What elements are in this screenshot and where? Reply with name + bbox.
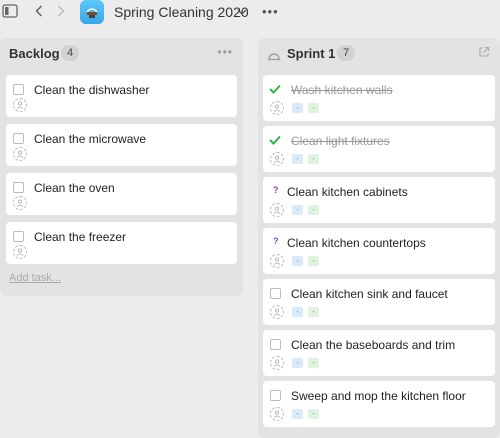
task-title: Clean the microwave <box>34 132 147 146</box>
task-card[interactable]: Sweep and mop the kitchen floor - - <box>263 381 495 427</box>
task-card[interactable]: Clean the microwave <box>6 124 237 166</box>
sprint-progress-icon <box>267 48 281 61</box>
tag-blue[interactable]: - <box>292 358 303 368</box>
task-title: Clean kitchen countertops <box>287 236 426 250</box>
checkmark-icon[interactable] <box>268 82 282 94</box>
checkmark-icon[interactable] <box>268 133 282 145</box>
project-title[interactable]: Spring Cleaning 2020 <box>114 4 249 20</box>
task-title: Clean the baseboards and trim <box>291 338 456 352</box>
task-checkbox[interactable] <box>270 339 281 350</box>
forward-chevron-icon[interactable] <box>54 3 68 19</box>
back-chevron-icon[interactable] <box>32 3 46 19</box>
assignee-icon[interactable] <box>13 98 27 112</box>
assignee-icon[interactable] <box>13 245 27 259</box>
tag-blue[interactable]: - <box>292 256 303 266</box>
task-title: Clean light fixtures <box>291 134 390 148</box>
open-external-icon[interactable] <box>478 45 490 57</box>
question-icon[interactable]: ? <box>273 236 279 246</box>
assignee-icon[interactable] <box>270 407 284 421</box>
task-title: Clean the oven <box>34 181 115 195</box>
task-title: Sweep and mop the kitchen floor <box>291 389 466 403</box>
task-card[interactable]: Clean the oven <box>6 173 237 215</box>
task-title: Clean kitchen sink and faucet <box>291 287 448 301</box>
add-task-link[interactable]: Add task... <box>9 272 61 284</box>
more-options-button[interactable]: ••• <box>262 4 279 19</box>
tag-green[interactable]: - <box>308 154 319 164</box>
tag-green[interactable]: - <box>308 358 319 368</box>
project-logo-icon <box>80 0 104 24</box>
tag-green[interactable]: - <box>308 409 319 419</box>
tag-blue[interactable]: - <box>292 409 303 419</box>
assignee-icon[interactable] <box>270 254 284 268</box>
task-checkbox[interactable] <box>13 231 24 242</box>
tag-green[interactable]: - <box>308 307 319 317</box>
task-card[interactable]: Clean the dishwasher <box>6 75 237 117</box>
tag-blue[interactable]: - <box>292 154 303 164</box>
backlog-column: Backlog 4 ••• Clean the dishwasher Clean… <box>0 38 243 296</box>
task-card[interactable]: Clean the baseboards and trim - - <box>263 330 495 376</box>
task-checkbox[interactable] <box>13 182 24 193</box>
task-card[interactable]: Clean light fixtures - - <box>263 126 495 172</box>
column-header: Sprint 1 7 <box>258 38 500 68</box>
task-card[interactable]: ? Clean kitchen countertops - - <box>263 228 495 274</box>
task-card[interactable]: ? Clean kitchen cabinets - - <box>263 177 495 223</box>
count-badge: 7 <box>337 45 355 61</box>
assignee-icon[interactable] <box>13 147 27 161</box>
question-icon[interactable]: ? <box>273 185 279 195</box>
sprint-column: Sprint 1 7 Wash kitchen walls - - Clean … <box>258 38 500 438</box>
assignee-icon[interactable] <box>270 356 284 370</box>
column-header: Backlog 4 ••• <box>0 38 243 68</box>
task-title: Clean the freezer <box>34 230 127 244</box>
task-title: Wash kitchen walls <box>291 83 393 97</box>
chevron-down-icon[interactable] <box>236 5 248 17</box>
tag-green[interactable]: - <box>308 103 319 113</box>
tag-blue[interactable]: - <box>292 205 303 215</box>
count-badge: 4 <box>61 45 79 61</box>
task-card[interactable]: Clean the freezer <box>6 222 237 264</box>
task-title: Clean kitchen cabinets <box>287 185 408 199</box>
column-title: Sprint 1 <box>287 46 336 61</box>
tag-green[interactable]: - <box>308 256 319 266</box>
tag-blue[interactable]: - <box>292 103 303 113</box>
task-checkbox[interactable] <box>270 288 281 299</box>
assignee-icon[interactable] <box>270 101 284 115</box>
assignee-icon[interactable] <box>270 203 284 217</box>
column-title: Backlog <box>9 46 60 61</box>
tag-blue[interactable]: - <box>292 307 303 317</box>
column-more-button[interactable]: ••• <box>217 45 233 59</box>
task-card[interactable]: Clean kitchen sink and faucet - - <box>263 279 495 325</box>
assignee-icon[interactable] <box>270 305 284 319</box>
task-card[interactable]: Wash kitchen walls - - <box>263 75 495 121</box>
task-checkbox[interactable] <box>13 133 24 144</box>
top-bar: Spring Cleaning 2020 ••• <box>0 0 500 26</box>
assignee-icon[interactable] <box>270 152 284 166</box>
task-checkbox[interactable] <box>270 390 281 401</box>
task-checkbox[interactable] <box>13 84 24 95</box>
tag-green[interactable]: - <box>308 205 319 215</box>
sidebar-toggle-icon[interactable] <box>2 3 18 19</box>
assignee-icon[interactable] <box>13 196 27 210</box>
task-title: Clean the dishwasher <box>34 83 150 97</box>
